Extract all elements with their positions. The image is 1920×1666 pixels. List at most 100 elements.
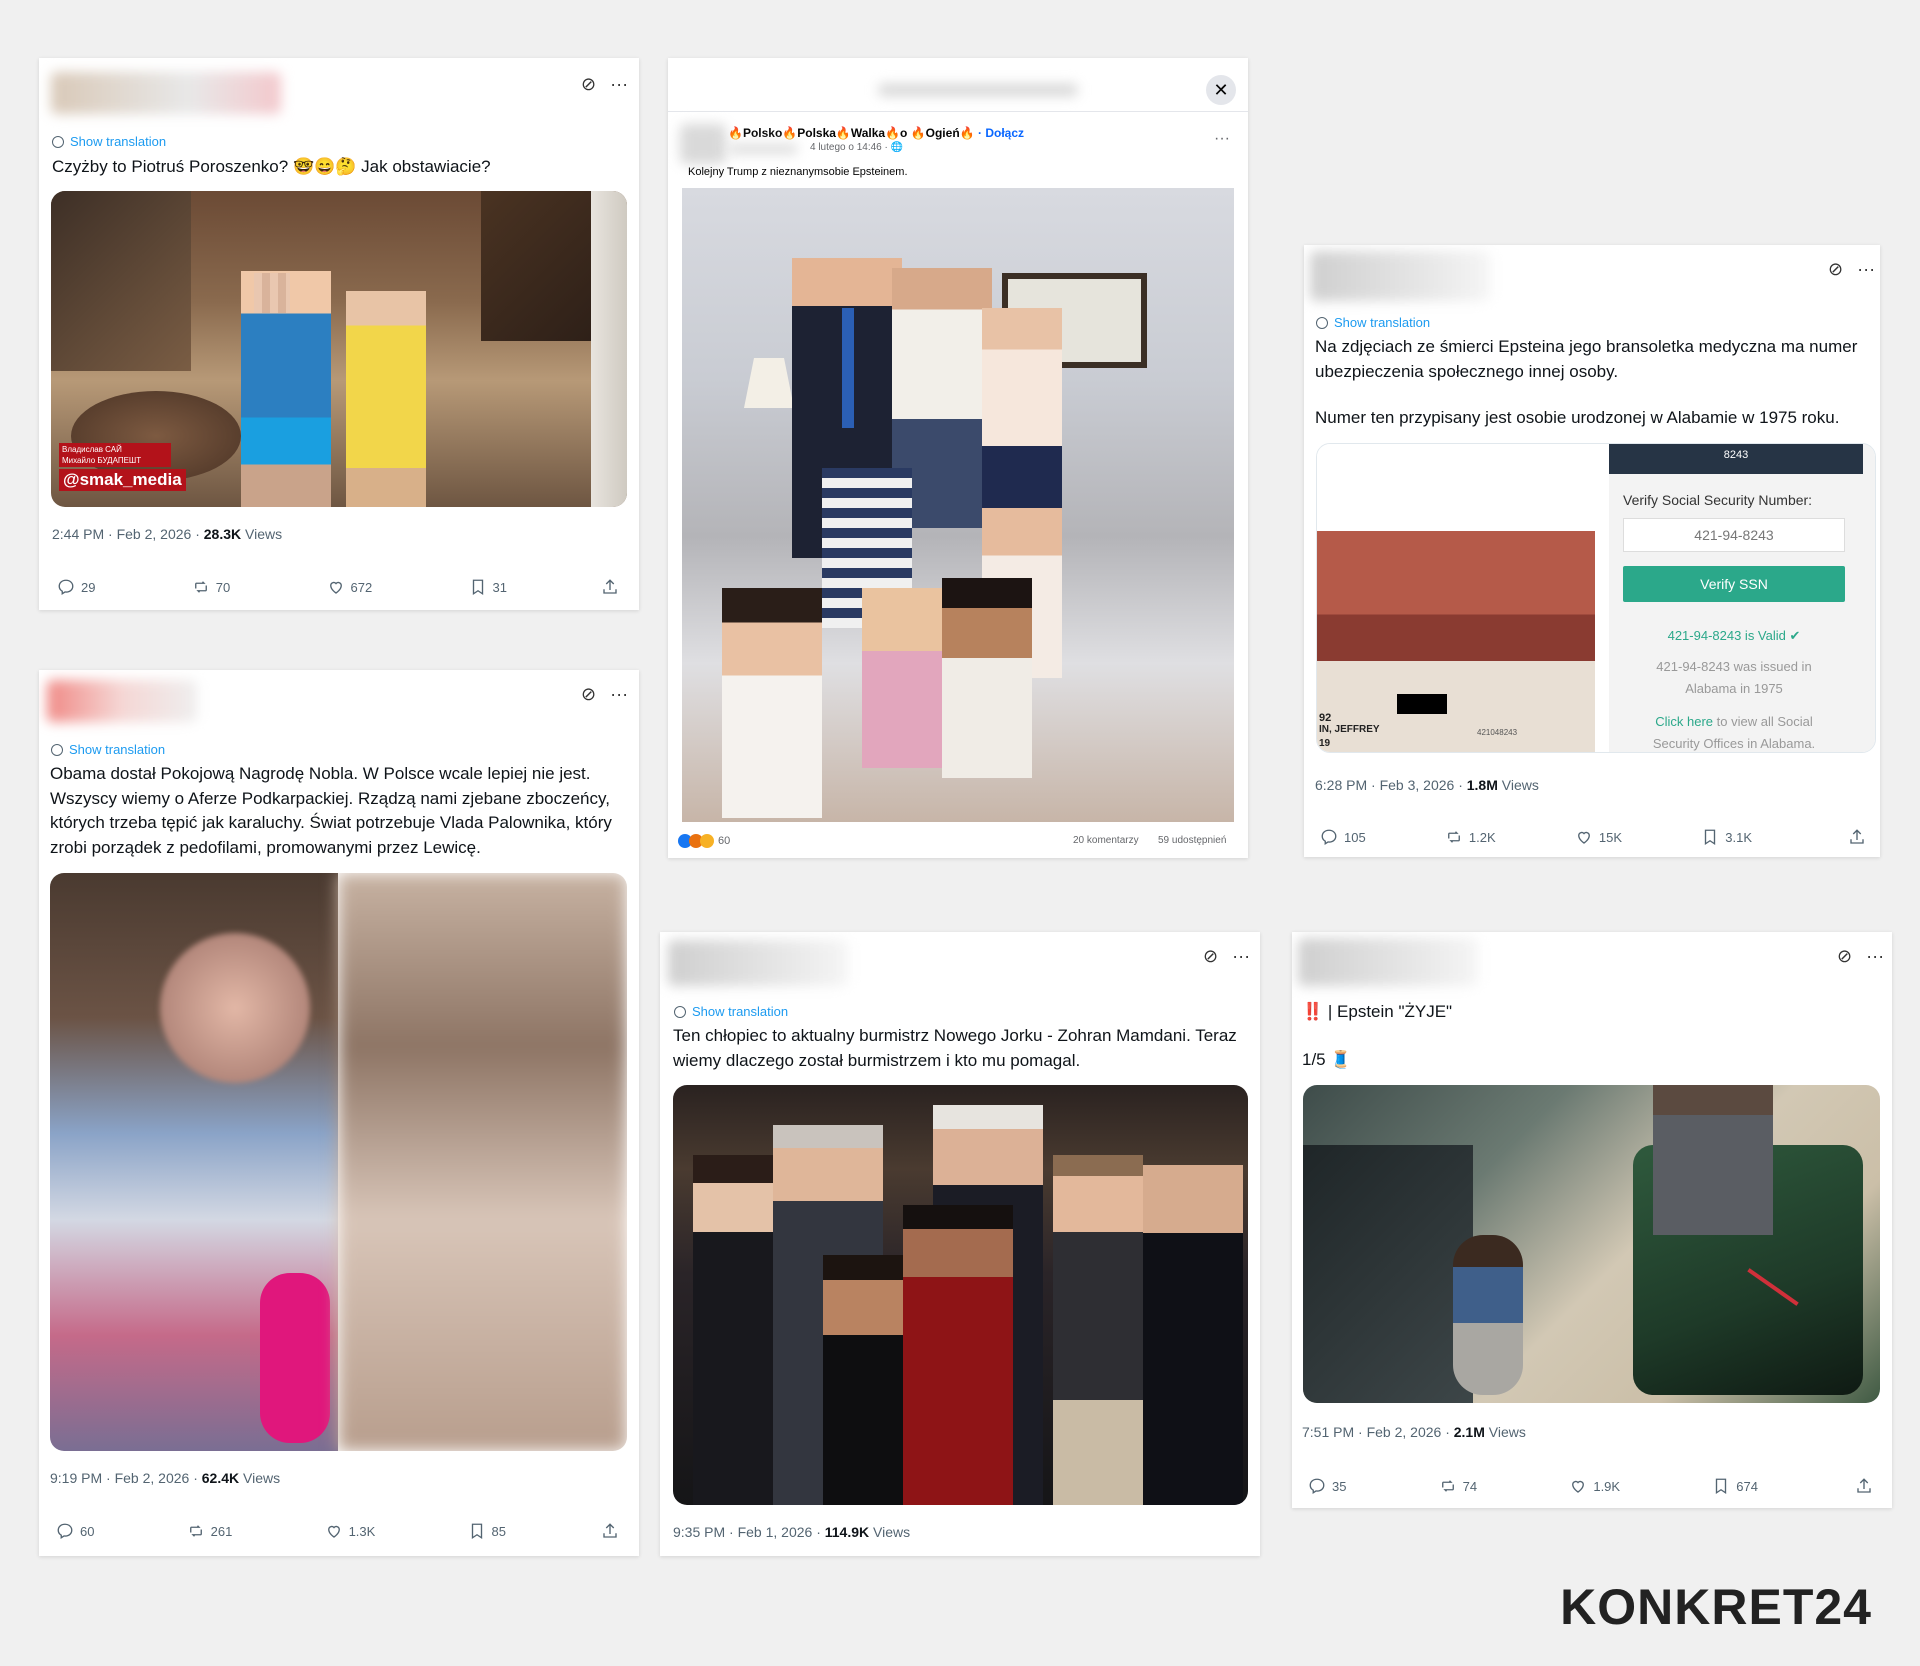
lamp <box>744 358 794 408</box>
black-bin <box>1303 1145 1473 1403</box>
repost-icon <box>187 1522 205 1540</box>
censor-bar <box>1397 694 1447 714</box>
show-translation[interactable]: Show translation <box>1316 315 1430 330</box>
share-icon[interactable] <box>1848 828 1866 851</box>
like-button[interactable]: 1.3K <box>325 1522 375 1540</box>
tweet-meta: 7:51 PM · Feb 2, 2026 · 2.1M Views <box>1302 1424 1526 1440</box>
share-icon[interactable] <box>601 578 619 601</box>
share-icon[interactable] <box>601 1522 619 1545</box>
post-photo[interactable] <box>682 188 1234 822</box>
tweet-card-3: ⊘ ··· Show translation Na zdjęciach ze ś… <box>1304 245 1880 857</box>
like-button[interactable]: 672 <box>327 578 372 596</box>
bookmark-button[interactable]: 85 <box>468 1522 506 1540</box>
heart-icon <box>1575 828 1593 846</box>
click-here-link[interactable]: Click here <box>1655 714 1713 729</box>
show-translation[interactable]: Show translation <box>52 134 166 149</box>
group-name[interactable]: 🔥Polsko🔥Polska🔥Walka🔥o 🔥Ogień🔥 <box>728 126 975 140</box>
repost-button[interactable]: 70 <box>192 578 230 596</box>
child-dark-hair <box>722 588 822 818</box>
grok-icon[interactable]: ⊘ <box>581 74 596 95</box>
tweet-composite-image[interactable]: 92 IN, JEFFREY 19 421048243 8243 Verify … <box>1316 443 1876 753</box>
more-icon[interactable]: ··· <box>610 684 628 705</box>
tweet-photo[interactable] <box>1303 1085 1880 1403</box>
repost-button[interactable]: 74 <box>1439 1477 1477 1495</box>
heart-icon <box>1569 1477 1587 1495</box>
blurred-author <box>47 680 197 722</box>
reply-button[interactable]: 60 <box>56 1522 94 1540</box>
band-text-4: 421048243 <box>1477 728 1518 737</box>
ssn-offices-note: Click here to view all Social Security O… <box>1652 714 1816 751</box>
repost-button[interactable]: 1.2K <box>1445 828 1496 846</box>
more-icon[interactable]: ··· <box>610 74 628 95</box>
ssn-input[interactable]: 421-94-8243 <box>1623 518 1845 552</box>
ssn-panel: 8243 Verify Social Security Number: 421-… <box>1609 444 1875 752</box>
more-icon[interactable]: ··· <box>1866 946 1884 967</box>
girl-white-top <box>982 308 1062 538</box>
grok-icon[interactable]: ⊘ <box>581 684 596 705</box>
tweet-top-icons: ⊘ ··· <box>1828 259 1875 280</box>
tweet-text-line1: Na zdjęciach ze śmierci Epsteina jego br… <box>1315 337 1858 381</box>
pixelated-face <box>254 273 290 313</box>
grok-icon[interactable]: ⊘ <box>1837 946 1852 967</box>
share-icon[interactable] <box>1855 1477 1873 1500</box>
close-button[interactable]: ✕ <box>1206 75 1236 105</box>
bookmark-icon <box>1701 828 1719 846</box>
bookmark-button[interactable]: 31 <box>469 578 507 596</box>
tweet-actions: 35 74 1.9K 674 <box>1308 1477 1758 1495</box>
more-icon[interactable]: ··· <box>1857 259 1875 280</box>
reply-button[interactable]: 29 <box>57 578 95 596</box>
bookmark-icon <box>1712 1477 1730 1495</box>
tweet-photo[interactable] <box>673 1085 1248 1505</box>
tweet-actions: 29 70 672 31 <box>57 578 507 596</box>
grok-icon[interactable]: ⊘ <box>1828 259 1843 280</box>
shares-count[interactable]: 59 udostępnień <box>1158 835 1226 846</box>
more-icon[interactable]: ··· <box>1232 946 1250 967</box>
bookmark-button[interactable]: 3.1K <box>1701 828 1752 846</box>
blurred-author <box>1298 938 1478 986</box>
show-translation[interactable]: Show translation <box>51 742 165 757</box>
man-yellow-shirt <box>346 291 426 507</box>
reaction-icons[interactable]: 60 <box>678 834 730 848</box>
post-caption: Kolejny Trump z nieznanymsobie Epsteinem… <box>688 166 908 178</box>
like-button[interactable]: 15K <box>1575 828 1622 846</box>
tweet-photo[interactable]: Владислав САЙ Михайло БУДАПЕШТ @smak_med… <box>51 191 627 507</box>
reply-button[interactable]: 105 <box>1320 828 1366 846</box>
tweet-text: ‼️ | Epstein "ŻYJE" <box>1302 1002 1453 1021</box>
right-wall-painting <box>481 191 591 341</box>
show-translation[interactable]: Show translation <box>674 1004 788 1019</box>
blurred-poster <box>728 144 798 154</box>
tweet-top-icons: ⊘ ··· <box>1203 946 1250 967</box>
wristband-photo: 92 IN, JEFFREY 19 421048243 <box>1317 444 1595 752</box>
tweet-actions: 60 261 1.3K 85 <box>56 1522 506 1540</box>
tweet-text-line2: Numer ten przypisany jest osobie urodzon… <box>1315 408 1840 427</box>
repost-icon <box>1439 1477 1457 1495</box>
join-link[interactable]: · Dołącz <box>978 126 1024 140</box>
verify-ssn-button[interactable]: Verify SSN <box>1623 566 1845 602</box>
more-icon[interactable]: ··· <box>1214 130 1230 148</box>
post-date: 4 lutego o 14:46 · 🌐 <box>810 142 904 153</box>
jacuzzi <box>71 391 241 481</box>
bookmark-icon <box>468 1522 486 1540</box>
translate-icon <box>1316 316 1328 329</box>
child-pink <box>862 588 952 768</box>
comments-count[interactable]: 20 komentarzy <box>1073 835 1139 846</box>
repost-icon <box>1445 828 1463 846</box>
like-button[interactable]: 1.9K <box>1569 1477 1620 1495</box>
pink-toy <box>260 1273 330 1443</box>
blue-tie <box>842 308 854 428</box>
tweet-text: Ten chłopiec to aktualny burmistrz Noweg… <box>673 1026 1237 1070</box>
tweet-top-icons: ⊘ ··· <box>581 684 628 705</box>
grok-icon[interactable]: ⊘ <box>1203 946 1218 967</box>
watermark-handle: @smak_media <box>59 469 186 491</box>
reply-icon <box>1308 1477 1326 1495</box>
bookmark-button[interactable]: 674 <box>1712 1477 1758 1495</box>
tweet-photo[interactable] <box>50 873 627 1451</box>
ssn-issued: 421-94-8243 was issued in Alabama in 197… <box>1656 659 1812 696</box>
blurred-dialog-title <box>878 84 1078 96</box>
konkret24-logo: KONKRET24 <box>1560 1579 1872 1635</box>
reply-icon <box>1320 828 1338 846</box>
blurred-avatar <box>680 124 726 164</box>
reply-button[interactable]: 35 <box>1308 1477 1346 1495</box>
repost-button[interactable]: 261 <box>187 1522 232 1540</box>
reply-icon <box>57 578 75 596</box>
